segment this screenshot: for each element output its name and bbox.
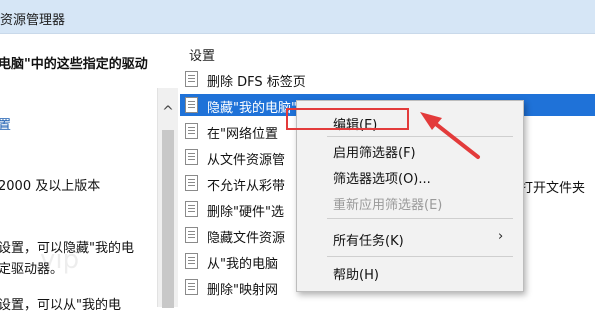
policy-setting-icon xyxy=(185,201,198,217)
policy-setting-icon xyxy=(185,175,198,191)
menu-item-enable-filter[interactable]: 启用筛选器(F) xyxy=(333,142,416,161)
policy-setting-icon xyxy=(185,279,198,295)
submenu-arrow-icon: › xyxy=(498,229,504,244)
left-pane-scrollbar[interactable]: ^ xyxy=(157,88,178,308)
watermark: vip xyxy=(40,245,80,275)
menu-item-filter-options[interactable]: 筛选器选项(O)... xyxy=(333,168,431,187)
description-line-3: 设置，可以从"我的电 xyxy=(0,298,121,313)
setting-label: 删除"硬件"选 xyxy=(207,205,284,220)
setting-row-tail-text: 打开文件夹 xyxy=(520,181,586,196)
annotation-highlight-box xyxy=(286,108,409,130)
window-title: 资源管理器 xyxy=(0,13,66,28)
setting-label: 删除 DFS 标签页 xyxy=(207,75,306,90)
menu-separator xyxy=(327,256,513,257)
policy-setting-icon xyxy=(185,123,198,139)
setting-label: 从"我的电脑 xyxy=(207,257,278,272)
settings-column-header[interactable]: 设置 xyxy=(189,45,215,64)
policy-setting-icon xyxy=(185,71,198,87)
setting-label: 隐藏文件资源 xyxy=(207,231,286,246)
requirement-text: 2000 及以上版本 xyxy=(0,179,101,194)
policy-setting-icon xyxy=(185,227,198,243)
scroll-up-icon[interactable]: ^ xyxy=(158,102,178,122)
setting-label: 删除"映射网 xyxy=(207,283,278,298)
policy-heading: 电脑"中的这些指定的驱动 xyxy=(0,57,148,72)
left-pane: 电脑"中的这些指定的驱动 置 2000 及以上版本 设置，可以隐藏"我的电 定驱… xyxy=(0,34,163,313)
menu-separator xyxy=(327,218,513,219)
setting-label: 从文件资源管 xyxy=(207,153,286,168)
policy-setting-icon xyxy=(185,253,198,269)
menu-separator xyxy=(327,136,513,137)
setting-row[interactable]: 删除 DFS 标签页 xyxy=(180,68,595,90)
policy-setting-icon xyxy=(185,149,198,165)
edit-policy-link[interactable]: 置 xyxy=(0,114,11,133)
menu-item-all-tasks[interactable]: 所有任务(K) xyxy=(333,230,404,249)
menu-item-help[interactable]: 帮助(H) xyxy=(333,264,379,283)
policy-setting-icon xyxy=(185,97,198,113)
scroll-thumb[interactable] xyxy=(162,130,174,308)
setting-label: 在"网络位置 xyxy=(207,127,278,142)
title-bar: 资源管理器 xyxy=(0,0,595,34)
menu-item-reapply-filter: 重新应用筛选器(E) xyxy=(333,198,443,213)
setting-label: 不允许从彩带 xyxy=(207,179,286,194)
